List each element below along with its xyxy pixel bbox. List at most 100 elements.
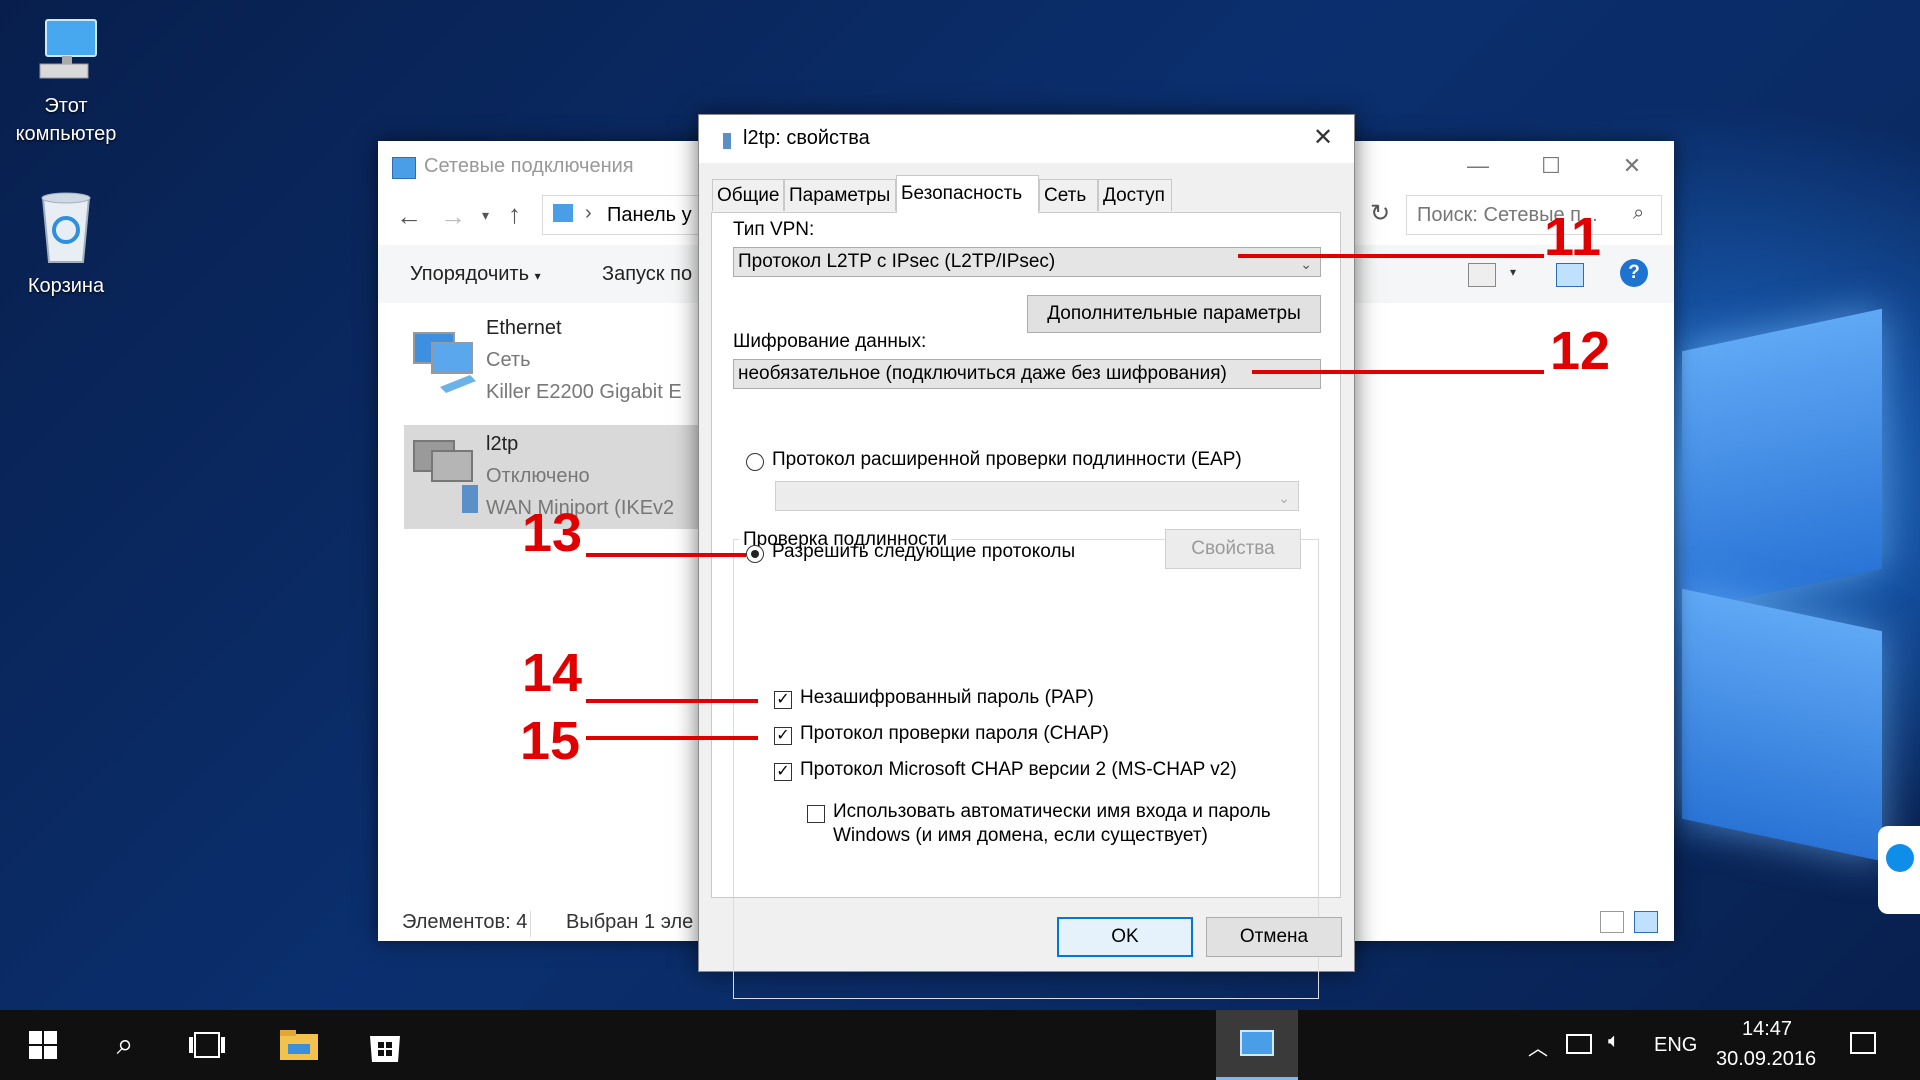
chevron-down-icon[interactable]: ▾ xyxy=(482,207,489,224)
forward-arrow-icon[interactable]: → xyxy=(440,201,466,232)
chap-label[interactable]: Протокол проверки пароля (CHAP) xyxy=(800,723,1109,745)
item-status: Отключено xyxy=(486,465,590,487)
close-icon[interactable]: ✕ xyxy=(1313,123,1333,152)
chevron-down-icon[interactable]: ▾ xyxy=(1510,265,1516,279)
annotation-line-14 xyxy=(586,699,758,703)
eap-radio-label[interactable]: Протокол расширенной проверки подлинност… xyxy=(772,449,1242,471)
item-status: Сеть xyxy=(486,349,531,371)
close-button[interactable]: ✕ xyxy=(1612,151,1652,181)
up-arrow-icon[interactable]: ↑ xyxy=(508,199,521,230)
desktop-icon-label: компьютер xyxy=(15,123,117,145)
vpn-type-select[interactable]: Протокол L2TP с IPsec (L2TP/IPsec) ⌄ xyxy=(733,247,1321,277)
breadcrumb-separator-icon: › xyxy=(585,202,592,224)
tiles-view-icon[interactable] xyxy=(1634,911,1658,933)
desktop-icon-label: Корзина xyxy=(27,275,105,297)
teamviewer-icon xyxy=(1886,844,1914,872)
tab-network[interactable]: Сеть xyxy=(1039,179,1098,211)
dialog-titlebar: l2tp: свойства ✕ xyxy=(699,115,1354,163)
item-name: Ethernet xyxy=(486,317,562,339)
pap-checkbox[interactable]: ✓ xyxy=(774,691,792,709)
maximize-button[interactable]: ☐ xyxy=(1531,151,1571,181)
action-center-icon[interactable] xyxy=(1850,1032,1876,1054)
annotation-13: 13 xyxy=(522,503,583,563)
clock-time[interactable]: 14:47 xyxy=(1742,1018,1792,1041)
annotation-line-11 xyxy=(1238,254,1544,258)
item-adapter: Killer E2200 Gigabit E xyxy=(486,381,682,403)
launch-button[interactable]: Запуск по xyxy=(602,263,692,286)
properties-dialog: l2tp: свойства ✕ Общие Параметры Безопас… xyxy=(698,114,1355,999)
volume-icon[interactable]: 🔈︎ xyxy=(1608,1030,1620,1053)
back-arrow-icon[interactable]: ← xyxy=(396,201,422,232)
breadcrumb[interactable]: Панель у xyxy=(607,204,692,227)
desktop-icon-recycle-bin[interactable]: Корзина xyxy=(6,188,126,300)
view-options-icon[interactable] xyxy=(1468,263,1496,287)
desktop-icon-label: Этот xyxy=(44,95,88,117)
language-indicator[interactable]: ENG xyxy=(1654,1034,1697,1057)
tab-parameters[interactable]: Параметры xyxy=(784,179,896,211)
ok-button[interactable]: OK xyxy=(1057,917,1193,957)
encryption-label: Шифрование данных: xyxy=(733,331,927,352)
taskbar-network-connections-button[interactable] xyxy=(1216,1010,1298,1080)
annotation-line-13 xyxy=(586,553,746,557)
teamviewer-side-tab[interactable] xyxy=(1878,826,1920,914)
eap-radio[interactable] xyxy=(746,453,764,471)
allow-protocols-label[interactable]: Разрешить следующие протоколы xyxy=(772,541,1075,563)
file-explorer-icon[interactable] xyxy=(276,1022,322,1068)
network-tray-icon[interactable] xyxy=(1566,1034,1592,1054)
computer-icon xyxy=(26,14,106,86)
status-item-count: Элементов: 4 xyxy=(402,911,528,933)
tab-general[interactable]: Общие xyxy=(712,179,784,211)
tab-security[interactable]: Безопасность xyxy=(896,175,1039,213)
organize-button[interactable]: Упорядочить ▾ xyxy=(410,263,541,286)
minimize-button[interactable]: — xyxy=(1458,151,1498,181)
item-name: l2tp xyxy=(486,433,519,455)
annotation-14: 14 xyxy=(522,643,583,703)
refresh-icon[interactable]: ↻ xyxy=(1370,199,1390,228)
encryption-select[interactable]: необязательное (подключиться даже без ши… xyxy=(733,359,1321,389)
search-input[interactable]: Поиск: Сетевые п... ⌕ xyxy=(1406,195,1662,235)
network-folder-icon xyxy=(392,157,416,179)
advanced-settings-button[interactable]: Дополнительные параметры xyxy=(1027,295,1321,333)
annotation-line-12 xyxy=(1252,370,1544,374)
wallpaper-logo-panel xyxy=(1682,588,1882,862)
pap-label[interactable]: Незашифрованный пароль (PAP) xyxy=(800,687,1094,709)
dialog-title: l2tp: свойства xyxy=(743,127,870,149)
auto-login-label-line2: Windows (и имя домена, если существует) xyxy=(833,825,1208,846)
recycle-bin-icon xyxy=(31,188,101,266)
allow-protocols-radio[interactable] xyxy=(746,545,764,563)
mschap-checkbox[interactable]: ✓ xyxy=(774,763,792,781)
vpn-icon xyxy=(723,133,731,149)
eap-properties-button[interactable]: Свойства xyxy=(1165,529,1301,569)
auto-login-checkbox[interactable] xyxy=(807,805,825,823)
mschap-label[interactable]: Протокол Microsoft CHAP версии 2 (MS-CHA… xyxy=(800,759,1237,781)
wallpaper-logo-panel xyxy=(1682,308,1882,612)
annotation-line-15 xyxy=(586,736,758,740)
search-icon: ⌕ xyxy=(1633,202,1645,224)
annotation-11: 11 xyxy=(1544,207,1602,267)
vpn-type-value: Протокол L2TP с IPsec (L2TP/IPsec) xyxy=(738,251,1056,272)
eap-method-select[interactable]: ⌄ xyxy=(775,481,1299,511)
network-connections-icon xyxy=(1240,1030,1274,1056)
cancel-button[interactable]: Отмена xyxy=(1206,917,1342,957)
desktop-icon-this-pc[interactable]: Этот компьютер xyxy=(6,14,126,148)
help-icon[interactable]: ? xyxy=(1620,259,1648,287)
annotation-12: 12 xyxy=(1550,321,1611,381)
status-selected: Выбран 1 эле xyxy=(566,911,694,933)
chap-checkbox[interactable]: ✓ xyxy=(774,727,792,745)
show-hidden-icons-chevron-icon[interactable]: ︿ xyxy=(1528,1032,1548,1061)
store-icon[interactable] xyxy=(362,1022,408,1068)
start-windows-icon[interactable] xyxy=(20,1022,66,1068)
tab-access[interactable]: Доступ xyxy=(1098,179,1172,211)
vpn-type-label: Тип VPN: xyxy=(733,219,815,240)
taskbar: ⌕ ︿ 🔈︎ ENG 14:47 30.09.2016 xyxy=(0,1010,1920,1080)
network-adapter-icon xyxy=(410,327,482,405)
task-view-icon[interactable] xyxy=(184,1022,230,1068)
search-icon[interactable]: ⌕ xyxy=(102,1022,148,1068)
clock-date[interactable]: 30.09.2016 xyxy=(1716,1048,1816,1071)
chevron-down-icon: ⌄ xyxy=(1278,490,1290,506)
encryption-value: необязательное (подключиться даже без ши… xyxy=(738,363,1227,384)
annotation-15: 15 xyxy=(520,711,581,771)
auto-login-label[interactable]: Использовать автоматически имя входа и п… xyxy=(833,801,1271,823)
details-view-icon[interactable] xyxy=(1600,911,1624,933)
window-title: Сетевые подключения xyxy=(424,155,634,177)
